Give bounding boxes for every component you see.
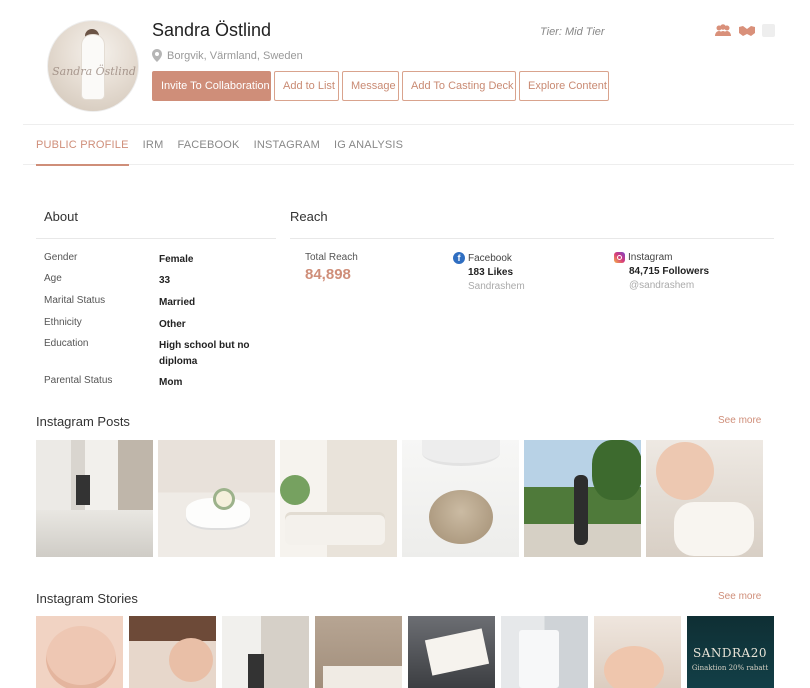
instagram-story-thumbnail[interactable] — [222, 616, 309, 688]
about-row-marital-status: Marital Status Married — [44, 295, 276, 311]
about-label: Education — [44, 338, 89, 349]
tier-icons — [714, 24, 775, 37]
tab-public-profile[interactable]: PUBLIC PROFILE — [36, 125, 129, 166]
post-image-detail — [76, 475, 90, 505]
avatar[interactable]: Sandra Östlind — [47, 20, 139, 112]
post-image-detail — [574, 475, 588, 545]
about-row-age: Age 33 — [44, 273, 276, 289]
post-image-detail — [422, 440, 500, 466]
facebook-name: Facebook — [468, 252, 512, 264]
placeholder-icon[interactable] — [762, 24, 775, 37]
instagram-story-thumbnail[interactable] — [36, 616, 123, 688]
about-value: 33 — [159, 275, 171, 286]
story-image-detail — [323, 666, 402, 688]
instagram-count: 84,715 Followers — [629, 266, 710, 277]
about-value: Female — [159, 254, 194, 265]
tab-irm[interactable]: IRM — [143, 125, 164, 165]
post-image-detail — [674, 502, 754, 556]
profile-header: Sandra Östlind Sandra Östlind Borgvik, V… — [0, 0, 810, 125]
total-reach-value: 84,898 — [305, 266, 351, 283]
instagram-name: Instagram — [628, 252, 673, 263]
instagram-stories-title: Instagram Stories — [36, 591, 138, 606]
action-bar: Invite To Collaboration Add to List Mess… — [152, 71, 609, 101]
posts-see-more-link[interactable]: See more — [718, 415, 761, 426]
instagram-post-thumbnail[interactable] — [646, 440, 763, 557]
post-image-detail — [429, 490, 493, 544]
about-value: High school but no diploma — [159, 340, 250, 367]
about-label: Ethnicity — [44, 317, 82, 328]
instagram-story-thumbnail[interactable] — [594, 616, 681, 688]
story-promo-code: SANDRA20 — [693, 646, 767, 660]
about-row-education: Education High school but no diploma — [44, 338, 276, 370]
instagram-post-thumbnail[interactable] — [524, 440, 641, 557]
profile-location: Borgvik, Värmland, Sweden — [152, 49, 303, 62]
add-to-casting-deck-button[interactable]: Add To Casting Deck — [402, 71, 516, 101]
instagram-icon — [614, 252, 625, 263]
story-promo-subtext: Ginaktion 20% rabatt — [691, 664, 769, 672]
about-value: Married — [159, 297, 196, 308]
facebook-icon: f — [453, 252, 465, 264]
about-row-parental-status: Parental Status Mom — [44, 375, 276, 391]
instagram-post-thumbnail[interactable] — [280, 440, 397, 557]
story-image-detail — [46, 626, 116, 688]
facebook-name-row: f Facebook — [453, 252, 525, 264]
facebook-handle[interactable]: Sandrashem — [468, 281, 525, 292]
post-image-detail — [213, 488, 235, 510]
about-value: Other — [159, 319, 186, 330]
about-value: Mom — [159, 377, 183, 388]
about-label: Marital Status — [44, 295, 106, 306]
instagram-posts-title: Instagram Posts — [36, 414, 130, 429]
profile-name: Sandra Östlind — [152, 20, 272, 40]
instagram-handle[interactable]: @sandrashem — [629, 280, 709, 291]
tier-label: Tier: Mid Tier — [540, 26, 605, 38]
instagram-post-thumbnail[interactable] — [402, 440, 519, 557]
instagram-story-thumbnail[interactable] — [129, 616, 216, 688]
about-label: Age — [44, 273, 62, 284]
post-image-detail — [36, 510, 153, 557]
story-image-detail — [169, 638, 213, 682]
post-image-detail — [285, 515, 385, 545]
about-label: Parental Status — [44, 375, 113, 386]
post-image-detail — [656, 442, 714, 500]
instagram-story-thumbnail[interactable] — [408, 616, 495, 688]
story-image-detail — [424, 628, 490, 676]
location-text: Borgvik, Värmland, Sweden — [167, 49, 303, 62]
post-image-detail — [280, 475, 310, 505]
total-reach-label: Total Reach — [305, 252, 358, 263]
instagram-story-thumbnail[interactable] — [501, 616, 588, 688]
story-image-detail — [604, 646, 664, 688]
tab-facebook[interactable]: FACEBOOK — [177, 125, 239, 165]
explore-content-button[interactable]: Explore Content — [519, 71, 609, 101]
instagram-story-thumbnail[interactable] — [315, 616, 402, 688]
story-image-detail — [248, 654, 264, 688]
about-row-gender: Gender Female — [44, 252, 276, 268]
stories-see-more-link[interactable]: See more — [718, 591, 761, 602]
instagram-name-row: Instagram — [614, 252, 709, 263]
reach-facebook: f Facebook 183 Likes Sandrashem — [453, 252, 525, 292]
location-pin-icon — [152, 49, 162, 62]
group-icon[interactable] — [714, 24, 732, 37]
reach-instagram: Instagram 84,715 Followers @sandrashem — [614, 252, 709, 291]
about-label: Gender — [44, 252, 78, 263]
instagram-post-thumbnail[interactable] — [158, 440, 275, 557]
add-to-list-button[interactable]: Add to List — [274, 71, 339, 101]
handshake-icon[interactable] — [738, 24, 756, 37]
message-button[interactable]: Message — [342, 71, 399, 101]
reach-divider — [290, 238, 774, 239]
instagram-story-thumbnail[interactable]: SANDRA20 Ginaktion 20% rabatt — [687, 616, 774, 688]
tab-instagram[interactable]: INSTAGRAM — [254, 125, 320, 165]
invite-collaboration-button[interactable]: Invite To Collaboration — [152, 71, 271, 101]
avatar-watermark: Sandra Östlind — [52, 65, 136, 78]
tab-ig-analysis[interactable]: IG ANALYSIS — [334, 125, 403, 165]
story-image-detail — [519, 630, 559, 688]
post-image-detail — [592, 440, 641, 500]
instagram-post-thumbnail[interactable] — [36, 440, 153, 557]
about-title: About — [44, 209, 78, 224]
reach-title: Reach — [290, 209, 328, 224]
about-divider — [36, 238, 276, 239]
tab-bar: PUBLIC PROFILE IRM FACEBOOK INSTAGRAM IG… — [23, 124, 794, 166]
about-row-ethnicity: Ethnicity Other — [44, 317, 276, 333]
facebook-count: 183 Likes — [468, 267, 514, 278]
